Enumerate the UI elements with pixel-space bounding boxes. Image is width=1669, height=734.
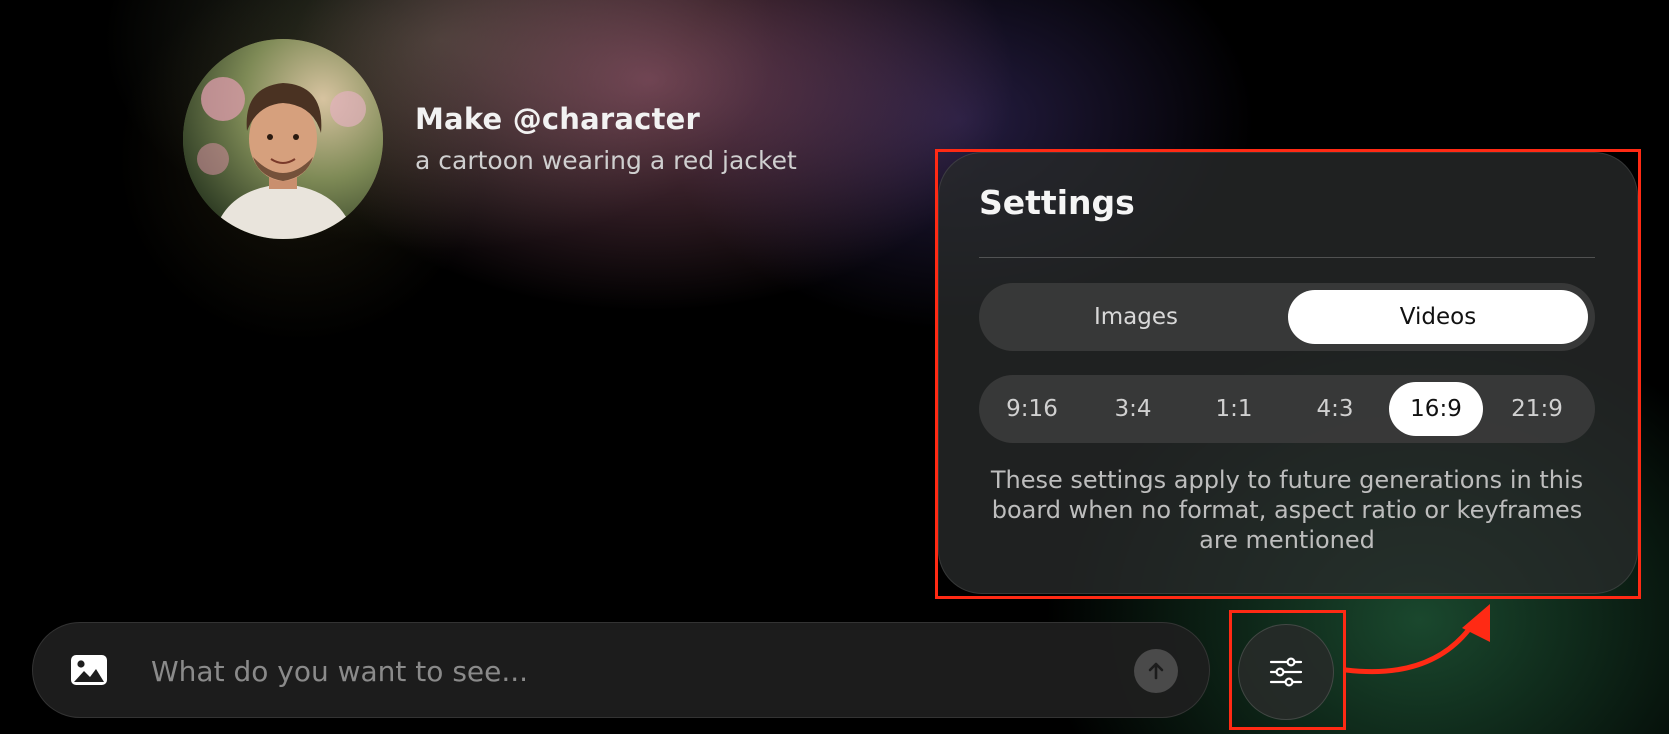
prompt-title: Make @character xyxy=(415,102,700,136)
prompt-subtitle: a cartoon wearing a red jacket xyxy=(415,146,797,175)
app-canvas: Make @character a cartoon wearing a red … xyxy=(0,0,1669,734)
aspect-ratio-16-9[interactable]: 16:9 xyxy=(1389,382,1483,436)
prompt-bar xyxy=(32,622,1210,718)
aspect-ratio-9-16[interactable]: 9:16 xyxy=(985,382,1079,436)
aspect-ratio-1-1[interactable]: 1:1 xyxy=(1187,382,1281,436)
settings-title: Settings xyxy=(979,183,1135,222)
settings-divider xyxy=(979,257,1595,258)
sliders-icon xyxy=(1269,657,1303,687)
person-avatar-icon xyxy=(183,39,383,239)
character-avatar xyxy=(183,39,383,239)
aspect-ratio-21-9[interactable]: 21:9 xyxy=(1490,382,1584,436)
arrow-up-icon xyxy=(1148,662,1164,680)
settings-panel: Settings Images Videos 9:16 3:4 1:1 4:3 … xyxy=(938,152,1638,594)
aspect-ratio-segmented-control: 9:16 3:4 1:1 4:3 16:9 21:9 xyxy=(979,375,1595,443)
send-button[interactable] xyxy=(1134,649,1178,693)
prompt-input[interactable] xyxy=(149,645,1053,697)
settings-note: These settings apply to future generatio… xyxy=(990,466,1584,554)
format-option-images[interactable]: Images xyxy=(986,290,1286,344)
format-option-videos[interactable]: Videos xyxy=(1288,290,1588,344)
aspect-ratio-4-3[interactable]: 4:3 xyxy=(1288,382,1382,436)
settings-toggle-button[interactable] xyxy=(1238,624,1334,720)
aspect-ratio-3-4[interactable]: 3:4 xyxy=(1086,382,1180,436)
image-icon[interactable] xyxy=(69,653,109,687)
format-segmented-control: Images Videos xyxy=(979,283,1595,351)
annotation-arrow-icon xyxy=(1343,604,1490,675)
